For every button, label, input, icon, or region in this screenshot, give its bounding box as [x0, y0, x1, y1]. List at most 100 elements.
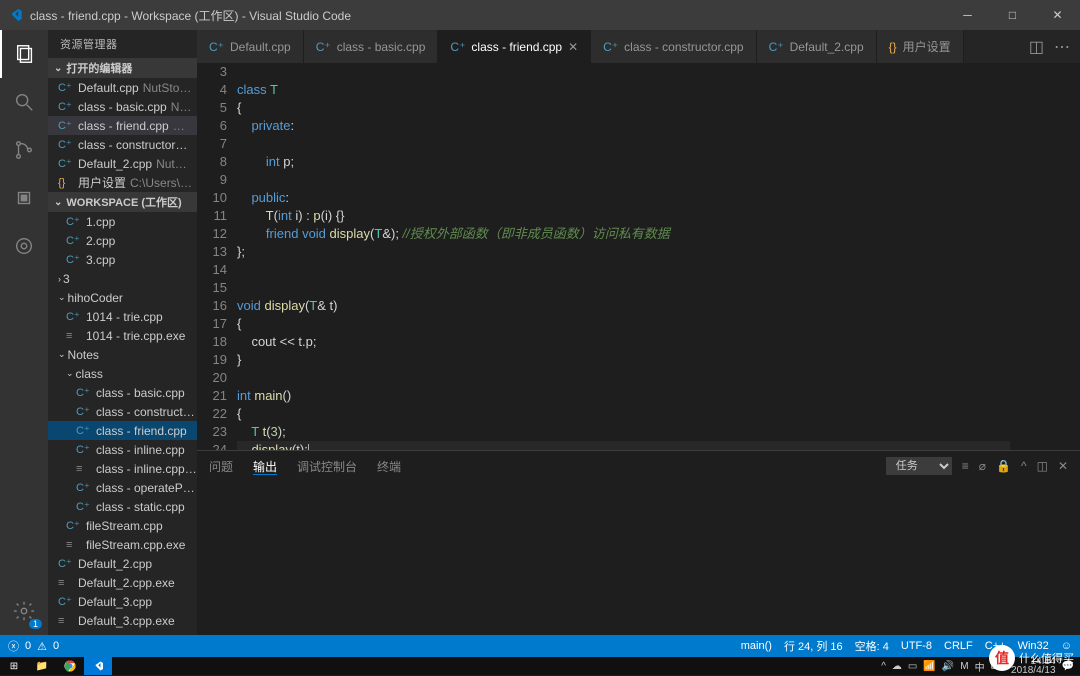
line-numbers: 3456789101112131415161718192021222324252… [197, 63, 237, 450]
file-tree: C⁺1.cppC⁺2.cppC⁺3.cpp›3⌄hihoCoderC⁺1014 … [48, 212, 197, 635]
tree-item[interactable]: C⁺class - static.cpp [48, 497, 197, 516]
status-encoding[interactable]: UTF-8 [901, 640, 932, 652]
warnings-icon[interactable]: ⚠ [37, 640, 47, 653]
tree-item[interactable]: C⁺1.cpp [48, 212, 197, 231]
panel-tab[interactable]: 问题 [209, 460, 233, 474]
tree-item[interactable]: C⁺class - friend.cpp [48, 421, 197, 440]
activity-bar: 1 [0, 30, 48, 635]
tree-item[interactable]: C⁺3.cpp [48, 250, 197, 269]
editor-tabs: C⁺Default.cppC⁺class - basic.cppC⁺class … [197, 30, 1080, 63]
open-editor-item[interactable]: C⁺Default.cppNutSto… [48, 78, 197, 97]
watermark-text: 什么值得买 [1019, 650, 1074, 666]
status-eol[interactable]: CRLF [944, 640, 973, 652]
tree-item[interactable]: C⁺1014 - trie.cpp [48, 307, 197, 326]
task-select[interactable]: 任务 [886, 457, 952, 475]
window-title: class - friend.cpp - Workspace (工作区) - V… [30, 7, 945, 24]
vscode-taskbar-icon[interactable] [84, 657, 112, 675]
tree-item[interactable]: ≡Default_3.cpp.exe [48, 611, 197, 630]
status-bar: ⓧ0 ⚠0 main() 行 24, 列 16 空格: 4 UTF-8 CRLF… [0, 635, 1080, 657]
errors-icon[interactable]: ⓧ [8, 638, 19, 654]
minimize-button[interactable]: ─ [945, 0, 990, 30]
open-editors-header[interactable]: ⌄打开的编辑器 [48, 58, 197, 78]
status-position[interactable]: 行 24, 列 16 [784, 638, 843, 654]
tree-item[interactable]: C⁺Default_2.cpp [48, 554, 197, 573]
editor-tab[interactable]: C⁺class - friend.cpp✕ [438, 30, 591, 63]
code-editor[interactable]: 3456789101112131415161718192021222324252… [197, 63, 1080, 450]
tree-item[interactable]: C⁺Default_3.cpp [48, 592, 197, 611]
tree-item[interactable]: ⌄Notes [48, 345, 197, 364]
tree-item[interactable]: ›3 [48, 269, 197, 288]
explorer-icon[interactable] [0, 30, 48, 78]
settings-gear-icon[interactable]: 1 [0, 587, 48, 635]
search-icon[interactable] [0, 78, 48, 126]
editor-tab[interactable]: C⁺class - constructor.cpp [591, 30, 756, 63]
file-explorer-icon[interactable]: 📁 [28, 657, 56, 675]
debug-icon[interactable] [0, 174, 48, 222]
tree-item[interactable]: ≡1014 - trie.cpp.exe [48, 326, 197, 345]
tray-cloud-icon[interactable]: ☁ [892, 661, 902, 672]
bottom-panel: 问题 输出 调试控制台 终端 任务 ≡ ⌀ 🔒 ^ ◫ ✕ [197, 450, 1080, 635]
sidebar-title: 资源管理器 [48, 30, 197, 58]
tray-chevron-icon[interactable]: ^ [881, 661, 886, 672]
lock-icon[interactable]: 🔒 [996, 459, 1011, 473]
chevron-icon: ⌄ [66, 368, 74, 379]
watermark-logo: 值 [989, 645, 1015, 671]
tree-item[interactable]: ≡class - inline.cpp… [48, 459, 197, 478]
tree-item[interactable]: ≡fileStream.cpp.exe [48, 535, 197, 554]
tray-wifi-icon[interactable]: 📶 [923, 661, 935, 672]
expand-icon[interactable]: ^ [1021, 459, 1027, 473]
minimap[interactable] [1010, 63, 1080, 450]
source-control-icon[interactable] [0, 126, 48, 174]
vscode-icon [0, 7, 30, 23]
editor-tab[interactable]: {}用户设置 [877, 30, 964, 63]
open-editor-item[interactable]: C⁺class - basic.cppN… [48, 97, 197, 116]
close-button[interactable]: ✕ [1035, 0, 1080, 30]
tree-item[interactable]: C⁺class - operateP… [48, 478, 197, 497]
open-editor-item[interactable]: C⁺class - friend.cpp… [48, 116, 197, 135]
window-controls: ─ □ ✕ [945, 0, 1080, 30]
tree-item[interactable]: ⌄class [48, 364, 197, 383]
workspace-header[interactable]: ⌄WORKSPACE (工作区) [48, 192, 197, 212]
tree-item[interactable]: C⁺class - inline.cpp [48, 440, 197, 459]
sidebar: 资源管理器 ⌄打开的编辑器 C⁺Default.cppNutSto…C⁺clas… [48, 30, 197, 635]
chevron-icon: ⌄ [58, 349, 66, 360]
extensions-icon[interactable] [0, 222, 48, 270]
editor-tab[interactable]: C⁺Default.cpp [197, 30, 304, 63]
chevron-down-icon: ⌄ [54, 197, 62, 208]
open-editor-item[interactable]: {}用户设置C:\Users\… [48, 173, 197, 192]
filter-icon[interactable]: ≡ [962, 459, 969, 473]
split-editor-icon[interactable]: ◫ [1029, 37, 1044, 57]
editor-tab[interactable]: C⁺class - basic.cpp [304, 30, 439, 63]
panel-tab[interactable]: 终端 [377, 460, 401, 474]
maximize-button[interactable]: □ [990, 0, 1035, 30]
tray-lang-icon[interactable]: 中 [975, 659, 985, 674]
tray-ime-icon[interactable]: M [960, 661, 968, 672]
chrome-icon[interactable] [56, 657, 84, 675]
tray-battery-icon[interactable]: ▭ [908, 661, 917, 672]
panel-tab[interactable]: 调试控制台 [297, 460, 357, 474]
close-panel-icon[interactable]: ✕ [1058, 459, 1068, 473]
tree-item[interactable]: C⁺2.cpp [48, 231, 197, 250]
editor-tab[interactable]: C⁺Default_2.cpp [757, 30, 877, 63]
more-icon[interactable]: ⋯ [1054, 37, 1070, 57]
split-icon[interactable]: ◫ [1037, 459, 1048, 473]
open-editor-item[interactable]: C⁺class - constructor… [48, 135, 197, 154]
tree-item[interactable]: C⁺class - construct… [48, 402, 197, 421]
tray-volume-icon[interactable]: 🔊 [942, 661, 954, 672]
open-editor-item[interactable]: C⁺Default_2.cppNut… [48, 154, 197, 173]
tree-item[interactable]: ⌄hihoCoder [48, 288, 197, 307]
tree-item[interactable]: C⁺class - basic.cpp [48, 383, 197, 402]
start-button[interactable]: ⊞ [0, 657, 28, 675]
chevron-icon: › [58, 274, 61, 284]
watermark: 值 什么值得买 [989, 645, 1074, 671]
open-editors-list: C⁺Default.cppNutSto…C⁺class - basic.cppN… [48, 78, 197, 192]
code-area[interactable]: class T{ private: int p; public: T(int i… [237, 63, 1010, 450]
tree-item[interactable]: ≡Default_2.cpp.exe [48, 573, 197, 592]
panel-tab[interactable]: 输出 [253, 460, 277, 475]
close-tab-icon[interactable]: ✕ [568, 40, 578, 54]
status-function[interactable]: main() [741, 640, 772, 652]
status-indent[interactable]: 空格: 4 [855, 638, 889, 654]
panel-tabs: 问题 输出 调试控制台 终端 任务 ≡ ⌀ 🔒 ^ ◫ ✕ [197, 451, 1080, 481]
clear-icon[interactable]: ⌀ [979, 459, 986, 473]
tree-item[interactable]: C⁺fileStream.cpp [48, 516, 197, 535]
